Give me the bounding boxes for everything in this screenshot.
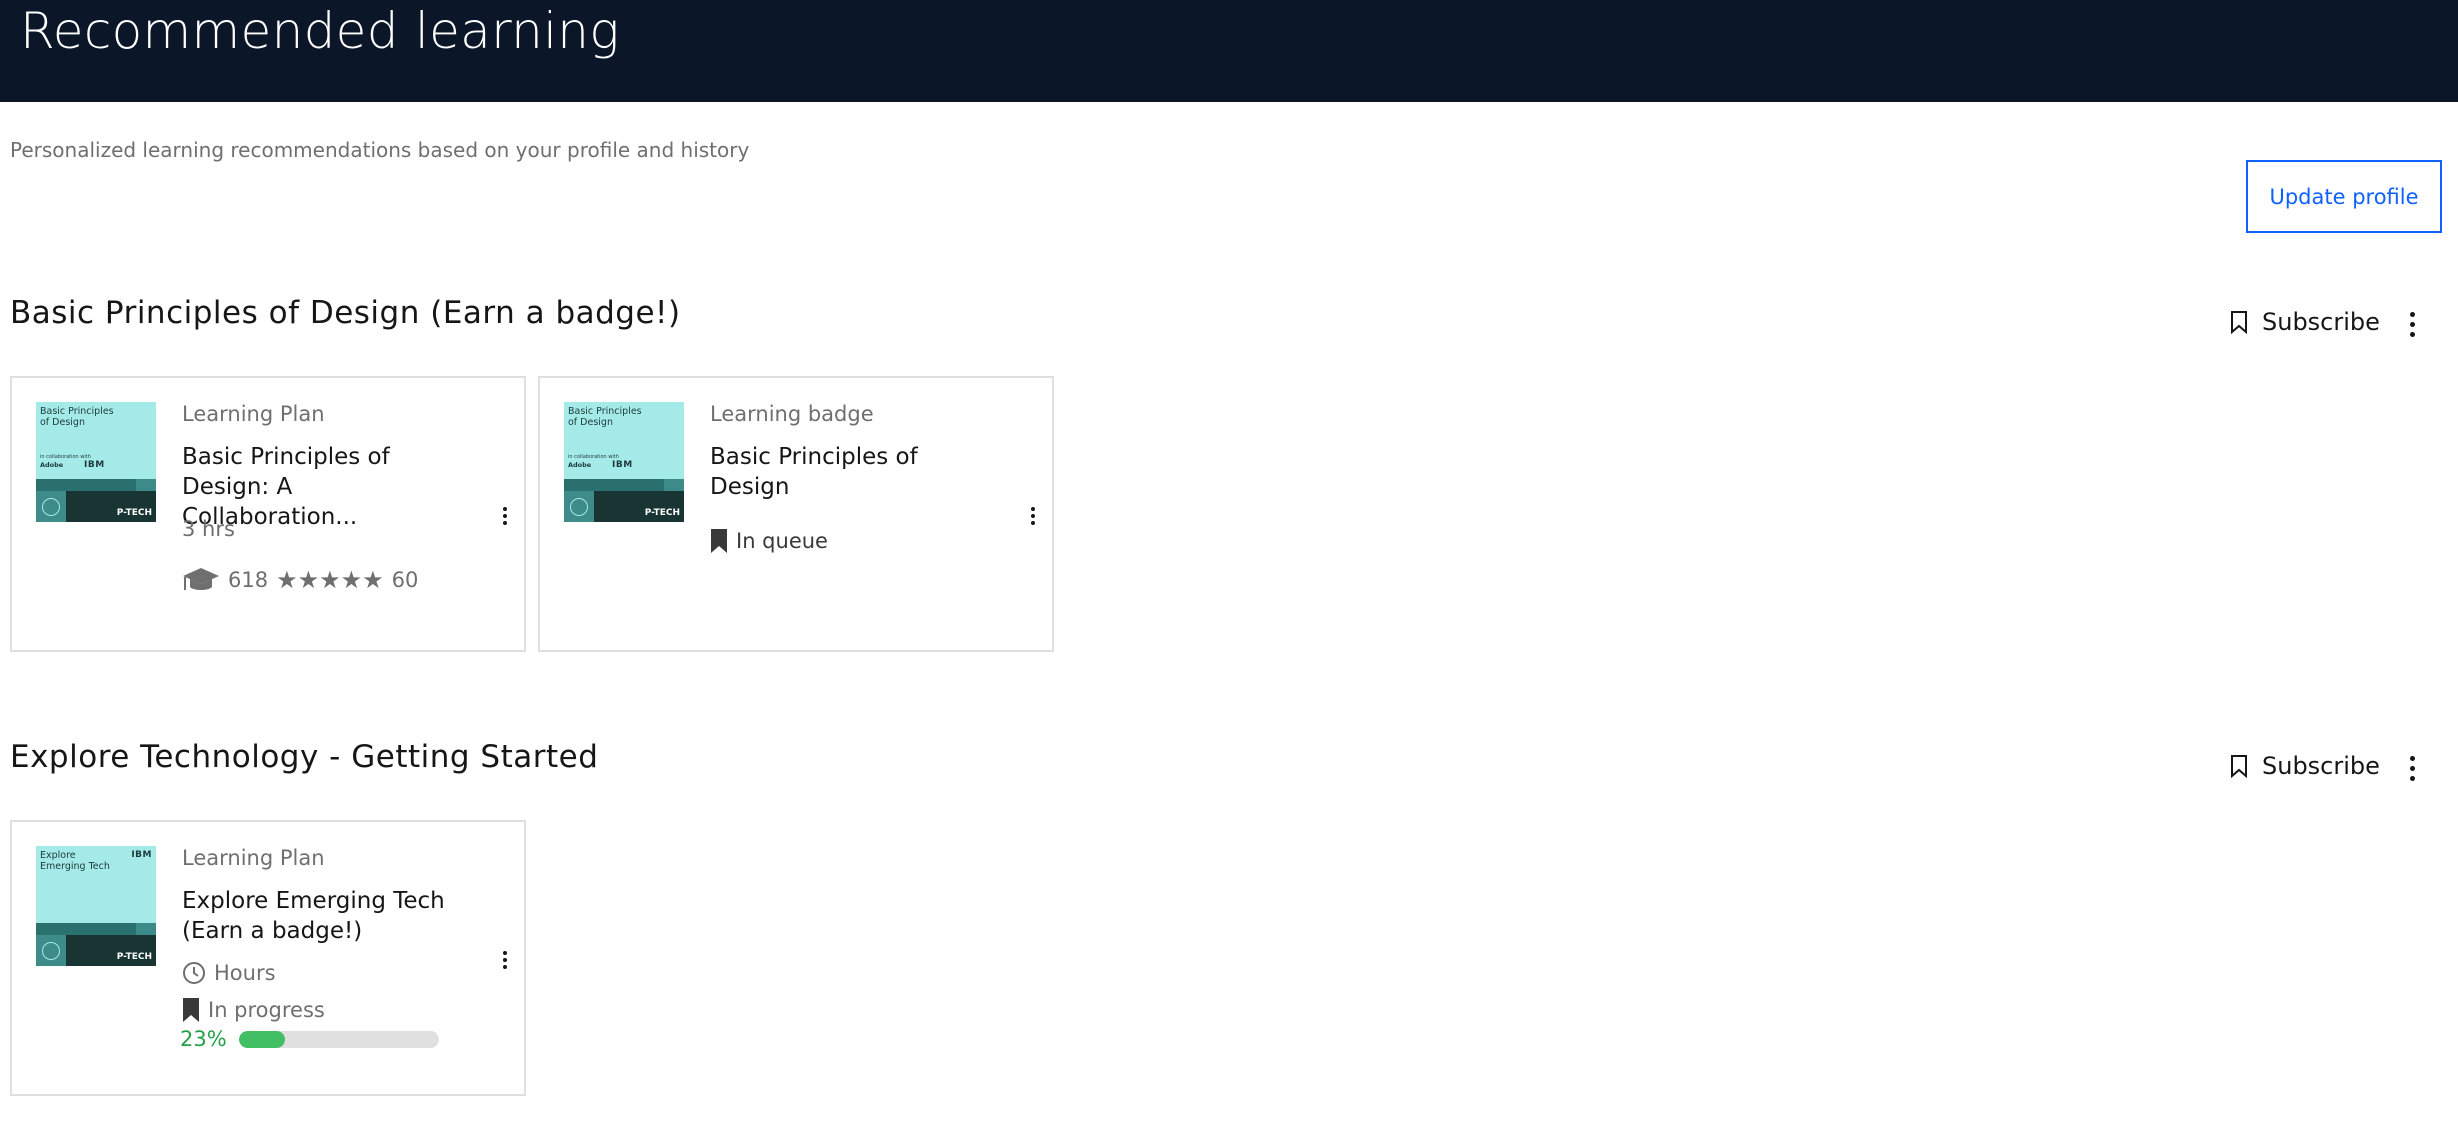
subscribe-button[interactable]: Subscribe: [2230, 308, 2380, 336]
card-title[interactable]: Explore Emerging Tech (Earn a badge!): [182, 886, 472, 946]
bookmark-filled-icon: [711, 529, 727, 553]
bookmark-outline-icon: [2231, 311, 2247, 334]
card-overflow-menu-icon[interactable]: [500, 506, 510, 526]
progress-percent: 23%: [180, 1027, 227, 1051]
duration-label: Hours: [214, 961, 276, 985]
card-stats: 618 ★★★★★ 60: [182, 566, 418, 594]
update-profile-button[interactable]: Update profile: [2246, 160, 2442, 233]
adobe-logo: Adobe: [568, 461, 592, 469]
card-status: In queue: [710, 528, 828, 554]
star-rating-icon: ★★★★★: [276, 566, 384, 594]
progress-fill: [238, 1030, 285, 1048]
progress-track: [238, 1030, 439, 1048]
rating-count: 60: [391, 568, 419, 592]
cloud-icon: [42, 942, 60, 960]
section-overflow-menu-icon[interactable]: [2402, 304, 2422, 344]
bookmark-outline-icon: [2231, 755, 2247, 778]
card-type: Learning Plan: [182, 402, 325, 426]
card-duration: Hours: [182, 961, 276, 985]
adobe-logo: Adobe: [40, 461, 64, 469]
card-type: Learning Plan: [182, 846, 325, 870]
learner-count: 618: [228, 568, 269, 592]
section-title: Basic Principles of Design (Earn a badge…: [10, 295, 681, 331]
section-overflow-menu-icon[interactable]: [2402, 748, 2422, 788]
ibm-logo: IBM: [612, 460, 633, 470]
status-label: In progress: [208, 998, 325, 1022]
ibm-logo: IBM: [131, 850, 152, 860]
subscribe-label: Subscribe: [2262, 752, 2380, 780]
course-thumbnail: Explore Emerging Tech IBM P-TECH: [36, 846, 156, 966]
card-overflow-menu-icon[interactable]: [500, 950, 510, 970]
learning-card[interactable]: Basic Principles of Design in collaborat…: [538, 376, 1054, 652]
clock-icon: [183, 962, 205, 984]
card-overflow-menu-icon[interactable]: [1028, 506, 1038, 526]
card-title[interactable]: Basic Principles of Design: [710, 442, 1000, 502]
learning-card[interactable]: Basic Principles of Design in collaborat…: [10, 376, 526, 652]
eye-icon: [42, 498, 60, 516]
status-label: In queue: [736, 529, 828, 553]
section-title: Explore Technology - Getting Started: [10, 739, 599, 775]
card-type: Learning badge: [710, 402, 874, 426]
page-banner: Recommended learning: [0, 0, 2458, 102]
eye-icon: [570, 498, 588, 516]
course-thumbnail: Basic Principles of Design in collaborat…: [564, 402, 684, 522]
learning-card[interactable]: Explore Emerging Tech IBM P-TECH Learnin…: [10, 820, 526, 1096]
page-title: Recommended learning: [20, 2, 620, 60]
progress-indicator: 23%: [180, 1027, 439, 1051]
subscribe-label: Subscribe: [2262, 308, 2380, 336]
page-subtitle: Personalized learning recommendations ba…: [10, 138, 750, 162]
card-duration: 3 hrs: [182, 517, 235, 541]
graduation-cap-icon: [183, 568, 219, 590]
bookmark-filled-icon: [183, 998, 199, 1022]
ibm-logo: IBM: [84, 460, 105, 470]
card-status: In progress: [182, 997, 325, 1023]
course-thumbnail: Basic Principles of Design in collaborat…: [36, 402, 156, 522]
subscribe-button[interactable]: Subscribe: [2230, 752, 2380, 780]
